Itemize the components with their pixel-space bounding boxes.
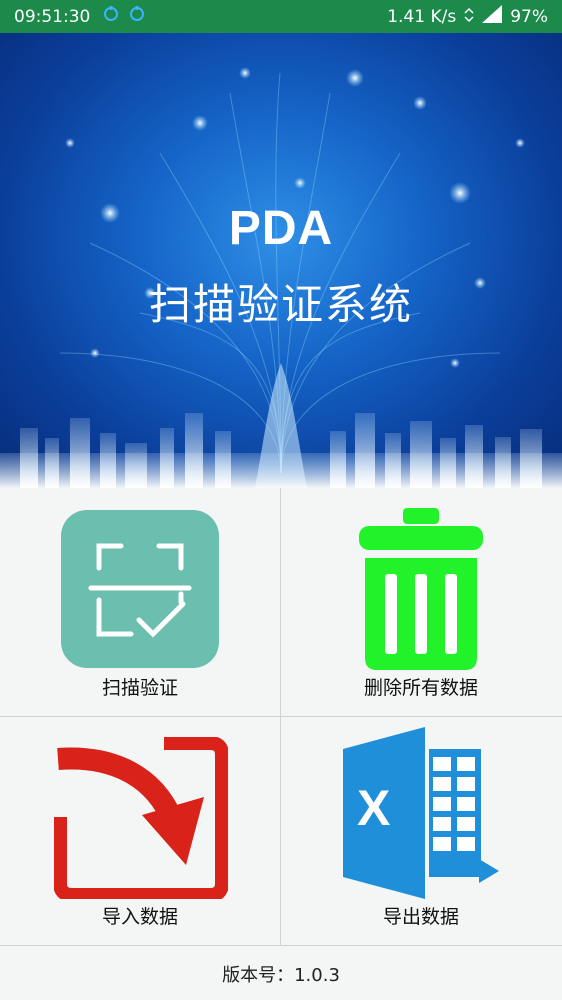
notification-icon [102,5,120,28]
excel-export-icon: X [343,727,499,899]
delete-all-label: 删除所有数据 [363,677,478,699]
battery-level: 97% [510,6,548,27]
banner: PDA 扫描验证系统 [0,33,562,488]
scan-verify-icon [61,510,219,668]
scan-verify-button[interactable]: 扫描验证 [0,488,280,716]
notification-icon [128,5,146,28]
status-bar: 09:51:30 1.41 K/s 97% [0,0,562,33]
export-data-button[interactable]: X 导出数据 [281,717,561,945]
version-footer: 版本号：1.0.3 [0,947,562,1000]
wifi-icon [464,7,474,27]
network-speed: 1.41 K/s [387,6,457,27]
scan-verify-label: 扫描验证 [101,677,178,699]
grid-divider-bottom [0,945,562,946]
svg-text:X: X [357,780,390,836]
app-title-cn: 扫描验证系统 [148,280,413,329]
menu-grid: 扫描验证 删除所有数据 导入数据 X 导出数据 [0,488,562,946]
import-icon [54,737,228,899]
app-title-en: PDA [228,202,334,255]
version-text: 版本号：1.0.3 [222,964,340,986]
banner-tech-tree-image [0,67,562,488]
delete-all-button[interactable]: 删除所有数据 [281,488,561,716]
export-data-label: 导出数据 [382,906,459,928]
signal-icon [482,5,503,28]
trash-icon [359,508,483,670]
import-data-button[interactable]: 导入数据 [0,717,280,945]
status-time: 09:51:30 [14,6,91,27]
import-data-label: 导入数据 [101,906,178,928]
